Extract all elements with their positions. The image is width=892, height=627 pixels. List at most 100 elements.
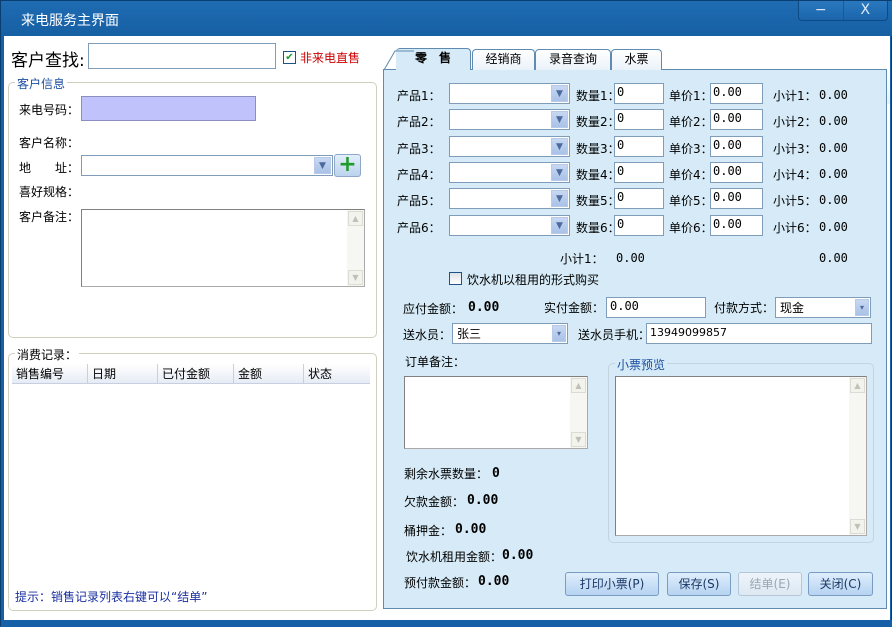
customer-remark-textarea[interactable]: ▲ ▼ xyxy=(81,209,365,287)
column-header-amount[interactable]: 金额 xyxy=(234,364,304,384)
address-combo[interactable]: ▼ xyxy=(81,155,333,176)
product-select[interactable]: ▼ xyxy=(449,162,570,183)
records-list[interactable] xyxy=(12,385,370,580)
add-address-button[interactable]: + xyxy=(334,154,361,177)
product-label: 产品3： xyxy=(397,142,441,156)
customer-search-input[interactable] xyxy=(88,43,276,69)
scroll-down-icon[interactable]: ▼ xyxy=(571,432,586,447)
product-label: 产品5： xyxy=(397,194,441,208)
unit-price-input[interactable]: 0.00 xyxy=(710,136,763,157)
courier-phone-input[interactable]: 13949099857 xyxy=(646,323,872,344)
tab-dealer[interactable]: 经销商 xyxy=(472,49,535,70)
prepayment-value: 0.00 xyxy=(478,574,510,589)
scroll-down-icon[interactable]: ▼ xyxy=(348,270,363,285)
quantity-input[interactable]: 0 xyxy=(614,109,664,130)
window-title: 来电服务主界面 xyxy=(21,13,119,29)
column-header-status[interactable]: 状态 xyxy=(304,364,370,384)
unit-price-label: 单价2： xyxy=(669,115,713,129)
main-window: 来电服务主界面 − X 客户查找: ✔ 非来电直售 客户信息 来电号码： 客户名… xyxy=(0,0,892,627)
unit-price-input[interactable]: 0.00 xyxy=(710,162,763,183)
scroll-up-icon[interactable]: ▲ xyxy=(571,378,586,393)
save-button[interactable]: 保存(S) xyxy=(667,572,731,596)
scroll-up-icon[interactable]: ▲ xyxy=(850,378,865,393)
subtotal-value: 0.00 xyxy=(819,141,848,155)
payment-method-value: 现金 xyxy=(780,301,805,315)
rental-checkbox[interactable] xyxy=(449,272,462,285)
unit-price-input[interactable]: 0.00 xyxy=(710,83,763,104)
quantity-input[interactable]: 0 xyxy=(614,162,664,183)
chevron-down-icon[interactable]: ▾ xyxy=(855,299,869,316)
scroll-up-icon[interactable]: ▲ xyxy=(348,211,363,226)
unit-price-input[interactable]: 0.00 xyxy=(710,215,763,236)
unit-price-input[interactable]: 0.00 xyxy=(710,188,763,209)
chevron-down-icon[interactable]: ▾ xyxy=(552,325,566,342)
amount-paid-input[interactable]: 0.00 xyxy=(606,297,706,318)
subtotal-label: 小计5： xyxy=(773,194,817,208)
receipt-scrollbar[interactable]: ▲ ▼ xyxy=(849,377,866,535)
remark-scrollbar[interactable]: ▲ ▼ xyxy=(347,210,364,286)
arrears-value: 0.00 xyxy=(467,493,499,508)
close-window-button[interactable]: X xyxy=(842,1,888,20)
tab-water-ticket[interactable]: 水票 xyxy=(611,49,662,70)
order-remark-textarea[interactable]: ▲ ▼ xyxy=(404,376,588,449)
product-select[interactable]: ▼ xyxy=(449,83,570,104)
chevron-down-icon[interactable]: ▼ xyxy=(551,164,568,181)
subtotal-label: 小计3： xyxy=(773,142,817,156)
customer-remark-label: 客户备注： xyxy=(19,210,80,224)
chevron-down-icon[interactable]: ▼ xyxy=(551,138,568,155)
unit-price-input[interactable]: 0.00 xyxy=(710,109,763,130)
subtotal-value: 0.00 xyxy=(819,193,848,207)
subtotal-value: 0.00 xyxy=(819,114,848,128)
close-button[interactable]: 关闭(C) xyxy=(808,572,873,596)
receipt-preview-title: 小票预览 xyxy=(615,356,668,373)
column-header-date[interactable]: 日期 xyxy=(88,364,158,384)
product-select[interactable]: ▼ xyxy=(449,188,570,209)
product-select[interactable]: ▼ xyxy=(449,109,570,130)
print-receipt-button[interactable]: 打印小票(P) xyxy=(565,572,659,596)
quantity-input[interactable]: 0 xyxy=(614,188,664,209)
chevron-down-icon[interactable]: ▼ xyxy=(551,190,568,207)
column-header-sale-id[interactable]: 销售编号 xyxy=(12,364,88,384)
product-select[interactable]: ▼ xyxy=(449,136,570,157)
non-call-sale-checkbox[interactable]: ✔ xyxy=(283,51,296,64)
chevron-down-icon[interactable]: ▼ xyxy=(551,111,568,128)
courier-select[interactable]: 张三 ▾ xyxy=(452,323,568,344)
scroll-down-icon[interactable]: ▼ xyxy=(850,519,865,534)
dispenser-rental-label: 饮水机租用金额： xyxy=(406,550,503,564)
quantity-input[interactable]: 0 xyxy=(614,215,664,236)
subtotal-label: 小计2： xyxy=(773,115,817,129)
subtotal-label: 小计6： xyxy=(773,221,817,235)
address-label: 地 址： xyxy=(19,161,80,175)
chevron-down-icon[interactable]: ▼ xyxy=(551,217,568,234)
chevron-down-icon[interactable]: ▼ xyxy=(314,157,331,174)
courier-label: 送水员： xyxy=(403,328,452,342)
arrears-label: 欠款金额： xyxy=(404,495,465,509)
bucket-deposit-value: 0.00 xyxy=(455,522,487,537)
prepayment-label: 预付款金额： xyxy=(404,576,477,590)
minimize-button[interactable]: − xyxy=(799,1,843,20)
subtotal-label: 小计1： xyxy=(773,89,817,103)
order-remark-scrollbar[interactable]: ▲ ▼ xyxy=(570,377,587,448)
title-bar: 来电服务主界面 − X xyxy=(1,1,892,36)
phone-field[interactable] xyxy=(81,96,256,121)
unit-price-label: 单价3： xyxy=(669,142,713,156)
quantity-input[interactable]: 0 xyxy=(614,83,664,104)
product-select[interactable]: ▼ xyxy=(449,215,570,236)
bucket-deposit-label: 桶押金： xyxy=(404,524,453,538)
receipt-preview-area[interactable]: ▲ ▼ xyxy=(615,376,867,536)
amount-due-value: 0.00 xyxy=(468,300,500,315)
settle-button[interactable]: 结单(E) xyxy=(738,572,802,596)
product-label: 产品1： xyxy=(397,89,441,103)
quantity-input[interactable]: 0 xyxy=(614,136,664,157)
tab-recording[interactable]: 录音查询 xyxy=(535,49,611,70)
customer-info-title: 客户信息 xyxy=(15,75,68,92)
dispenser-rental-value: 0.00 xyxy=(502,548,534,563)
column-header-paid[interactable]: 已付金额 xyxy=(158,364,234,384)
chevron-down-icon[interactable]: ▼ xyxy=(551,85,568,102)
search-label: 客户查找: xyxy=(11,51,85,71)
rental-label: 饮水机以租用的形式购买 xyxy=(467,273,600,287)
payment-method-select[interactable]: 现金 ▾ xyxy=(775,297,871,318)
subtotal-value: 0.00 xyxy=(819,167,848,181)
records-table-header: 销售编号 日期 已付金额 金额 状态 xyxy=(12,364,370,384)
total-subtotal-label: 小计1： xyxy=(560,252,604,266)
